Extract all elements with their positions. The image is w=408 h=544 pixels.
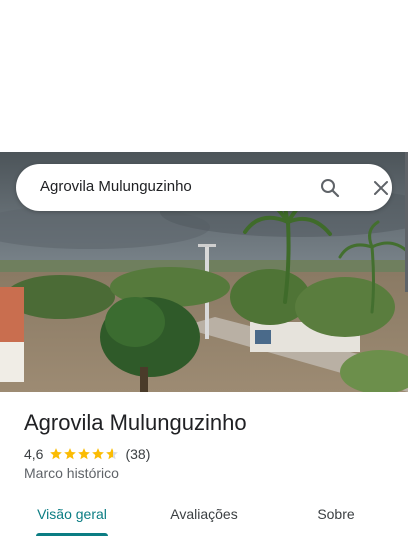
star-icon xyxy=(78,448,91,460)
place-title: Agrovila Mulunguzinho xyxy=(24,410,247,435)
close-icon[interactable] xyxy=(369,176,393,200)
rating-row[interactable]: 4,6 (38) xyxy=(24,445,150,463)
star-icon xyxy=(92,448,105,460)
search-input[interactable]: Agrovila Mulunguzinho xyxy=(40,178,192,195)
search-bar[interactable]: Agrovila Mulunguzinho xyxy=(16,164,392,211)
search-icon[interactable] xyxy=(318,176,342,200)
star-icon xyxy=(50,448,63,460)
review-count[interactable]: (38) xyxy=(125,446,150,462)
active-tab-indicator xyxy=(36,533,108,536)
rating-value: 4,6 xyxy=(24,446,44,462)
star-icon xyxy=(64,448,77,460)
tab-reviews[interactable]: Avaliações xyxy=(152,496,256,540)
star-rating xyxy=(49,447,119,461)
tab-about[interactable]: Sobre xyxy=(296,496,376,540)
place-info-panel: Agrovila Mulunguzinho 4,6 (38) Marco his… xyxy=(0,392,408,544)
place-category: Marco histórico xyxy=(24,465,119,481)
half-star-icon xyxy=(106,448,119,460)
